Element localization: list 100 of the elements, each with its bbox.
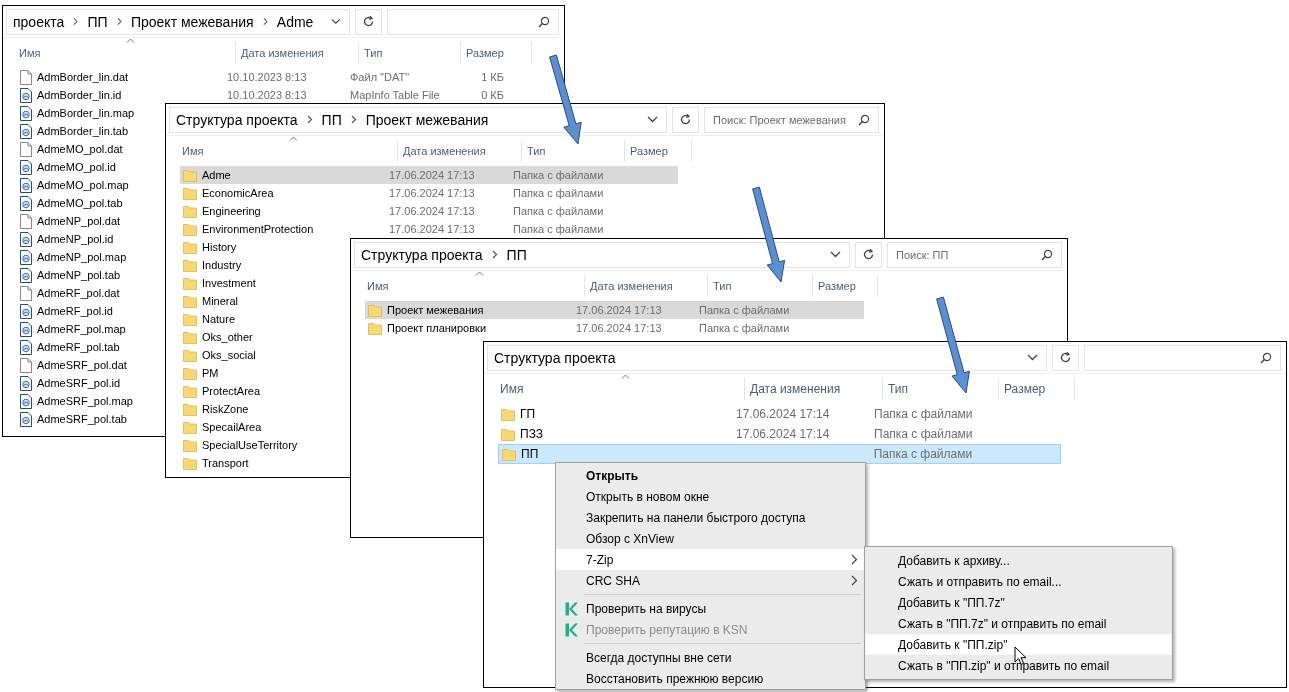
refresh-button[interactable]	[855, 241, 882, 268]
column-header[interactable]: Имя	[367, 280, 389, 292]
file-row[interactable]: AdmeMO_pol.id	[17, 158, 116, 176]
menu-item[interactable]: Добавить к "ПП.zip"	[865, 634, 1172, 655]
search-field[interactable]: Поиск: Проект межевания	[704, 106, 879, 133]
breadcrumb-item[interactable]: ПП	[87, 13, 108, 30]
file-row[interactable]: AdmBorder_lin.dat 10.10.2023 8:13 Файл "DAT" 1 КБ	[17, 68, 518, 86]
file-row[interactable]: ПЗЗ 17.06.2024 17:14 Папка с файлами	[498, 424, 1061, 444]
file-row[interactable]: AdmeNP_pol.dat	[17, 212, 121, 230]
search-field[interactable]: Поиск: ПП	[887, 241, 1062, 268]
address-bar[interactable]: Структура проекта ПП Проект межевания	[169, 106, 667, 133]
menu-item[interactable]: Добавить к архиву...	[865, 550, 1172, 571]
file-row[interactable]: History	[180, 238, 237, 256]
breadcrumb-item[interactable]: Adme	[276, 13, 314, 30]
menu-item[interactable]: Добавить к "ПП.7z"	[865, 592, 1172, 613]
column-header[interactable]: Имя	[19, 47, 41, 59]
file-row[interactable]: RiskZone	[180, 400, 249, 418]
column-header[interactable]: Тип	[527, 145, 546, 157]
column-header[interactable]: Дата изменения	[241, 47, 324, 59]
column-header[interactable]: Тип	[888, 382, 908, 396]
file-row[interactable]: AdmeRF_pol.id	[17, 302, 113, 320]
breadcrumb-item[interactable]: ПП	[506, 246, 527, 263]
file-row[interactable]: Engineering 17.06.2024 17:13 Папка с файлами	[180, 202, 678, 220]
file-row[interactable]: Adme 17.06.2024 17:13 Папка с файлами	[180, 166, 678, 184]
refresh-button[interactable]	[1052, 344, 1079, 371]
column-header[interactable]: Дата изменения	[750, 382, 841, 396]
file-row[interactable]: AdmeMO_pol.map	[17, 176, 129, 194]
dropdown-icon[interactable]	[331, 18, 341, 25]
menu-item[interactable]: Сжать в "ПП.zip" и отправить по email	[865, 655, 1172, 676]
file-name: AdmeSRF_pol.tab	[37, 413, 127, 425]
file-row[interactable]: SpecailArea	[180, 418, 262, 436]
breadcrumb-item[interactable]: Структура проекта	[176, 111, 298, 128]
menu-item[interactable]: CRC SHA	[556, 570, 865, 591]
file-row[interactable]: AdmBorder_lin.map	[17, 104, 135, 122]
file-row[interactable]: AdmBorder_lin.id 10.10.2023 8:13 MapInfo Table File 0 КБ	[17, 86, 518, 104]
file-row[interactable]: AdmeRF_pol.tab	[17, 338, 120, 356]
column-header[interactable]: Дата изменения	[403, 145, 486, 157]
column-header[interactable]: Тип	[713, 280, 732, 292]
column-header[interactable]: Размер	[466, 47, 504, 59]
breadcrumb-item[interactable]: ПП	[321, 111, 342, 128]
breadcrumb-item[interactable]: Структура проекта	[361, 246, 483, 263]
address-bar[interactable]: Структура проекта	[487, 344, 1047, 371]
file-row[interactable]: ГП 17.06.2024 17:14 Папка с файлами	[498, 404, 1061, 424]
column-header[interactable]: Размер	[818, 280, 856, 292]
address-bar[interactable]: Структура проекта ПП	[354, 241, 850, 268]
file-row[interactable]: EnvironmentProtection 17.06.2024 17:13 Папка с файлами	[180, 220, 678, 238]
file-row[interactable]: Investment	[180, 274, 256, 292]
file-row[interactable]: SpecialUseTerritory	[180, 436, 298, 454]
breadcrumb-item[interactable]: Проект межевания	[130, 13, 254, 30]
menu-item[interactable]: Открыть	[556, 465, 865, 486]
column-header[interactable]: Дата изменения	[590, 280, 673, 292]
file-row[interactable]: Mineral	[180, 292, 239, 310]
file-row[interactable]: AdmeNP_pol.map	[17, 248, 127, 266]
file-row[interactable]: AdmBorder_lin.tab	[17, 122, 129, 140]
file-row[interactable]: ProtectArea	[180, 382, 261, 400]
file-row[interactable]: ПП Папка с файлами	[498, 444, 1061, 464]
search-field[interactable]	[387, 8, 559, 35]
breadcrumb-item[interactable]: Проект межевания	[365, 111, 489, 128]
file-row[interactable]: Oks_social	[180, 346, 256, 364]
file-row[interactable]: AdmeSRF_pol.id	[17, 374, 121, 392]
menu-item[interactable]: Сжать в "ПП.7z" и отправить по email	[865, 613, 1172, 634]
menu-item[interactable]: Сжать и отправить по email...	[865, 571, 1172, 592]
column-header[interactable]: Тип	[364, 47, 383, 59]
menu-item[interactable]: 7-Zip	[556, 549, 865, 570]
breadcrumb-item[interactable]: проекта	[13, 13, 65, 30]
file-row[interactable]: AdmeMO_pol.tab	[17, 194, 123, 212]
file-row[interactable]: Nature	[180, 310, 236, 328]
file-row[interactable]: AdmeSRF_pol.map	[17, 392, 133, 410]
file-row[interactable]: Проект планировки 17.06.2024 17:13 Папка с файлами	[365, 319, 864, 337]
address-bar[interactable]: проекта ПП Проект межевания Adme	[6, 8, 350, 35]
file-row[interactable]: PM	[180, 364, 219, 382]
dropdown-icon[interactable]	[1027, 354, 1038, 361]
column-header[interactable]: Размер	[1004, 382, 1046, 396]
column-header[interactable]: Имя	[500, 382, 524, 396]
search-field[interactable]	[1084, 344, 1281, 371]
menu-item[interactable]: Проверить на вирусы	[556, 598, 865, 619]
menu-item[interactable]: Обзор с XnView	[556, 528, 865, 549]
file-row[interactable]: AdmeRF_pol.dat	[17, 284, 120, 302]
file-row[interactable]: EconomicArea 17.06.2024 17:13 Папка с файлами	[180, 184, 678, 202]
file-row[interactable]: Oks_other	[180, 328, 253, 346]
refresh-button[interactable]	[672, 106, 699, 133]
menu-item[interactable]: Восстановить прежнюю версию	[556, 668, 865, 689]
dropdown-icon[interactable]	[647, 116, 658, 123]
file-row[interactable]: AdmeRF_pol.map	[17, 320, 126, 338]
breadcrumb-item[interactable]: Структура проекта	[494, 349, 616, 366]
file-row[interactable]: AdmeSRF_pol.dat	[17, 356, 127, 374]
refresh-button[interactable]	[355, 8, 382, 35]
file-row[interactable]: Проект межевания 17.06.2024 17:13 Папка с файлами	[365, 301, 864, 319]
column-header[interactable]: Размер	[630, 145, 668, 157]
column-header[interactable]: Имя	[182, 145, 204, 157]
menu-item[interactable]: Всегда доступны вне сети	[556, 647, 865, 668]
file-row[interactable]: Transport	[180, 454, 249, 472]
menu-item[interactable]: Открыть в новом окне	[556, 486, 865, 507]
file-row[interactable]: AdmeSRF_pol.tab	[17, 410, 127, 428]
file-row[interactable]: AdmeNP_pol.tab	[17, 266, 121, 284]
file-row[interactable]: Industry	[180, 256, 242, 274]
menu-item[interactable]: Закрепить на панели быстрого доступа	[556, 507, 865, 528]
file-row[interactable]: AdmeMO_pol.dat	[17, 140, 123, 158]
file-row[interactable]: AdmeNP_pol.id	[17, 230, 114, 248]
dropdown-icon[interactable]	[830, 251, 841, 258]
